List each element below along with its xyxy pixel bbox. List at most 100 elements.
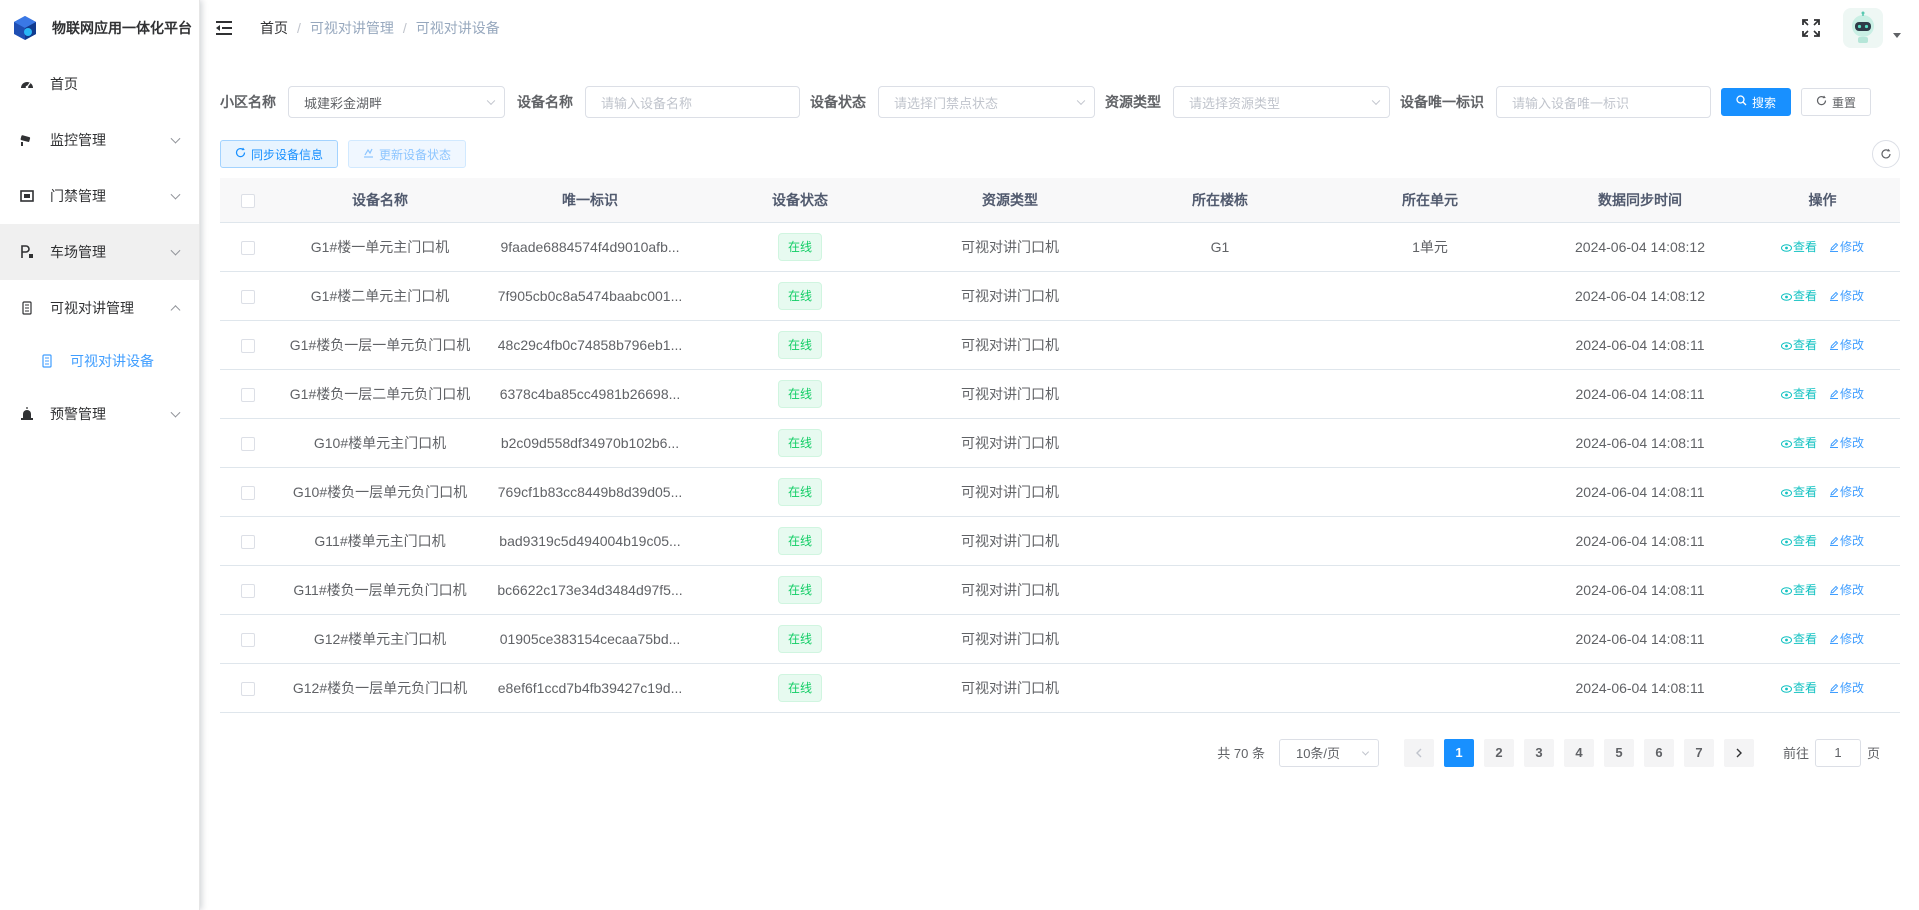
row-checkbox[interactable] (240, 289, 255, 304)
page-number-7[interactable]: 7 (1683, 738, 1714, 767)
sidebar-item-monitor[interactable]: 监控管理 (0, 112, 199, 168)
page-number-1[interactable]: 1 (1443, 738, 1474, 767)
device-name-input[interactable]: 请输入设备名称 (585, 86, 800, 118)
cell-device-name: G10#楼单元主门口机 (275, 418, 485, 468)
row-checkbox[interactable] (240, 387, 255, 402)
cell-unit (1325, 418, 1535, 468)
row-checkbox[interactable] (240, 240, 255, 255)
view-link[interactable]: 查看 (1781, 289, 1817, 303)
view-link[interactable]: 查看 (1781, 534, 1817, 548)
edit-icon (1829, 487, 1839, 497)
page-size-select[interactable]: 10条/页 (1278, 738, 1379, 767)
refresh-table-button[interactable] (1872, 140, 1900, 168)
device-status-select[interactable]: 请选择门禁点状态 (878, 86, 1095, 118)
view-link[interactable]: 查看 (1781, 338, 1817, 352)
cell-device-status: 在线 (695, 467, 905, 517)
camera-icon (20, 133, 34, 147)
cell-resource-type: 可视对讲门口机 (905, 614, 1115, 664)
cell-device-name: G1#楼一单元主门口机 (275, 222, 485, 272)
cell-building (1115, 516, 1325, 566)
cell-building (1115, 369, 1325, 419)
caret-down-icon[interactable] (1893, 32, 1901, 38)
sidebar-item-access[interactable]: 门禁管理 (0, 168, 199, 224)
cell-building (1115, 565, 1325, 615)
cell-actions: 查看 修改 (1745, 271, 1900, 321)
cell-device-name: G10#楼负一层单元负门口机 (275, 467, 485, 517)
edit-link[interactable]: 修改 (1829, 632, 1864, 646)
resource-type-select[interactable]: 请选择资源类型 (1173, 86, 1390, 118)
row-checkbox[interactable] (240, 534, 255, 549)
page-number-3[interactable]: 3 (1523, 738, 1554, 767)
view-link[interactable]: 查看 (1781, 240, 1817, 254)
view-link[interactable]: 查看 (1781, 583, 1817, 597)
cell-actions: 查看 修改 (1745, 222, 1900, 272)
sidebar-item-alarm[interactable]: 预警管理 (0, 386, 199, 442)
row-checkbox[interactable] (240, 436, 255, 451)
breadcrumb-intercom-management: 可视对讲管理 (309, 20, 394, 36)
reset-button[interactable]: 重置 (1801, 88, 1872, 116)
breadcrumb-home[interactable]: 首页 (260, 18, 288, 38)
page-jumper: 前往 1 页 (1783, 738, 1880, 767)
sidebar-subitem-intercom-device[interactable]: 可视对讲设备 (0, 336, 199, 386)
app-logo[interactable]: 物联网应用一体化平台 (0, 0, 199, 56)
sidebar-item-intercom[interactable]: 可视对讲管理 (0, 280, 199, 336)
cell-device-status: 在线 (695, 418, 905, 468)
edit-link[interactable]: 修改 (1829, 338, 1864, 352)
page-number-2[interactable]: 2 (1483, 738, 1514, 767)
sync-icon (235, 147, 246, 161)
page-number-4[interactable]: 4 (1563, 738, 1594, 767)
row-checkbox[interactable] (240, 632, 255, 647)
view-link[interactable]: 查看 (1781, 436, 1817, 450)
status-badge: 在线 (777, 575, 822, 604)
eye-icon (1781, 293, 1793, 301)
edit-link[interactable]: 修改 (1829, 583, 1864, 597)
cell-device-name: G1#楼二单元主门口机 (275, 271, 485, 321)
device-id-input[interactable]: 请输入设备唯一标识 (1496, 86, 1711, 118)
edit-link[interactable]: 修改 (1829, 240, 1864, 254)
header-building: 所在楼栋 (1115, 178, 1325, 223)
update-status-button[interactable]: 更新设备状态 (348, 140, 467, 168)
community-select[interactable]: 城建彩金湖畔 (288, 86, 505, 118)
row-checkbox[interactable] (240, 485, 255, 500)
edit-link[interactable]: 修改 (1829, 289, 1864, 303)
row-checkbox[interactable] (240, 583, 255, 598)
cell-resource-type: 可视对讲门口机 (905, 516, 1115, 566)
edit-link[interactable]: 修改 (1829, 681, 1864, 695)
view-link[interactable]: 查看 (1781, 681, 1817, 695)
select-all-checkbox[interactable] (240, 193, 255, 208)
hamburger-menu-icon[interactable] (216, 18, 236, 38)
page-number-6[interactable]: 6 (1643, 738, 1674, 767)
chevron-right-icon (1736, 748, 1742, 757)
chevron-down-icon (170, 189, 181, 200)
goto-page-input[interactable]: 1 (1814, 738, 1861, 767)
edit-link-label: 修改 (1839, 681, 1864, 695)
breadcrumb-separator: / (297, 20, 301, 36)
row-select-cell (220, 663, 275, 713)
edit-link[interactable]: 修改 (1829, 436, 1864, 450)
fullscreen-icon[interactable] (1801, 18, 1821, 38)
sync-device-button[interactable]: 同步设备信息 (220, 140, 339, 168)
search-button[interactable]: 搜索 (1721, 88, 1792, 116)
page-number-5[interactable]: 5 (1603, 738, 1634, 767)
row-select-cell (220, 516, 275, 566)
chevron-down-icon (1371, 96, 1381, 106)
cell-device-name: G12#楼负一层单元负门口机 (275, 663, 485, 713)
main-content: 小区名称 城建彩金湖畔 设备名称 请输入设备名称 设备状态 请选择门禁点状态 资… (220, 56, 1900, 767)
cell-device-status: 在线 (695, 369, 905, 419)
cell-sync-time: 2024-06-04 14:08:11 (1535, 516, 1745, 566)
sidebar-item-home[interactable]: 首页 (0, 56, 199, 112)
table-row: G1#楼负一层一单元负门口机 48c29c4fb0c74858b796eb1..… (220, 320, 1900, 370)
next-page-button[interactable] (1723, 738, 1754, 767)
edit-link[interactable]: 修改 (1829, 485, 1864, 499)
avatar[interactable] (1843, 8, 1883, 48)
view-link[interactable]: 查看 (1781, 632, 1817, 646)
view-link[interactable]: 查看 (1781, 485, 1817, 499)
edit-link[interactable]: 修改 (1829, 387, 1864, 401)
prev-page-button[interactable] (1403, 738, 1434, 767)
row-checkbox[interactable] (240, 338, 255, 353)
row-checkbox[interactable] (240, 681, 255, 696)
edit-link[interactable]: 修改 (1829, 534, 1864, 548)
view-link[interactable]: 查看 (1781, 387, 1817, 401)
cell-actions: 查看 修改 (1745, 320, 1900, 370)
sidebar-item-parking[interactable]: 车场管理 (0, 224, 199, 280)
